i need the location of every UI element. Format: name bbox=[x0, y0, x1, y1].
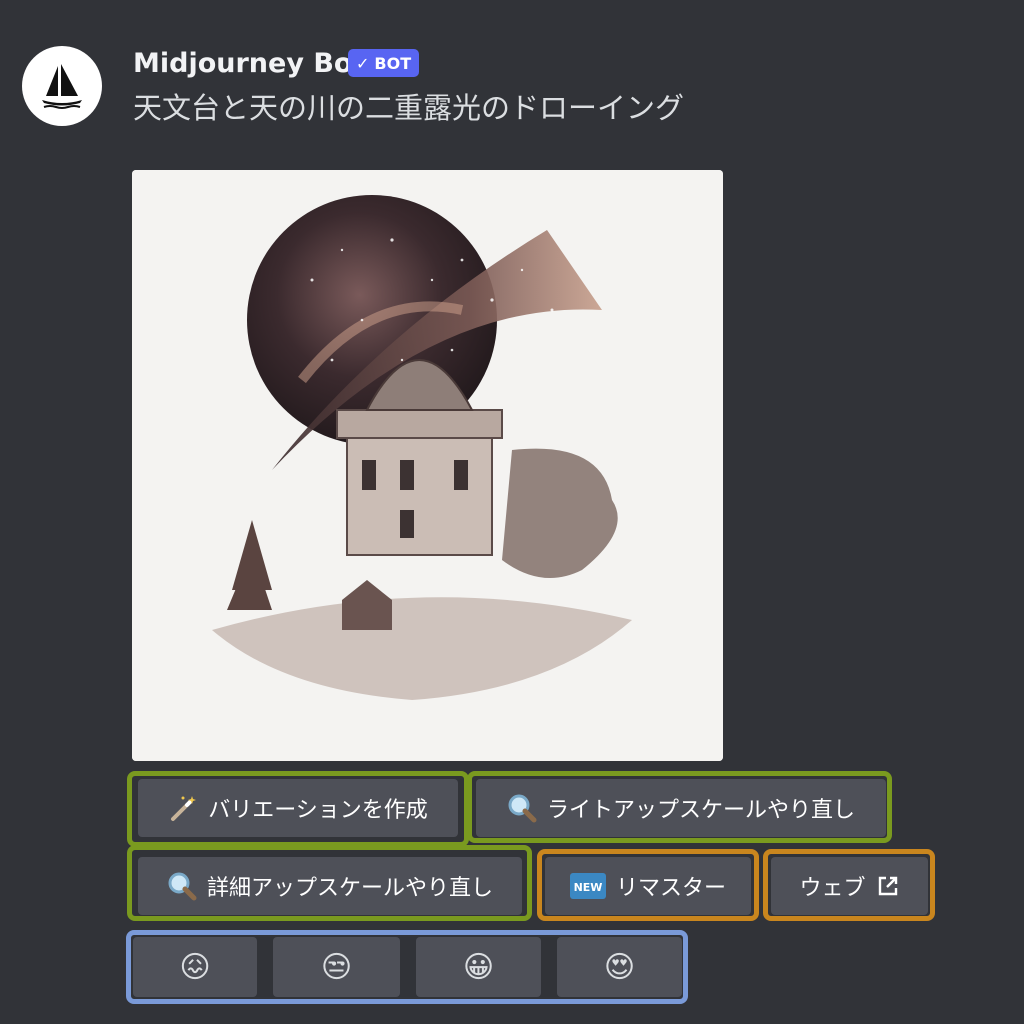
generated-image[interactable] bbox=[132, 170, 723, 761]
svg-text:NEW: NEW bbox=[574, 881, 603, 894]
verified-check-icon: ✓ bbox=[356, 53, 370, 73]
reaction-confounded-button[interactable]: 😖 bbox=[133, 937, 257, 997]
new-badge-icon: NEW bbox=[569, 871, 606, 901]
create-variation-button[interactable]: バリエーションを作成 bbox=[138, 779, 458, 837]
reaction-grinning-button[interactable]: 😀 bbox=[416, 937, 541, 997]
remaster-button[interactable]: NEW リマスター bbox=[545, 857, 751, 915]
magnifier-icon bbox=[167, 871, 197, 901]
sailboat-icon bbox=[42, 64, 82, 109]
observatory-milky-way-drawing bbox=[132, 170, 723, 761]
message-prompt: 天文台と天の川の二重露光のドローイング bbox=[133, 91, 685, 125]
web-link-button[interactable]: ウェブ bbox=[771, 857, 928, 915]
unamused-face-icon: 😒 bbox=[320, 949, 353, 985]
bot-avatar[interactable] bbox=[22, 46, 102, 126]
create-variation-label: バリエーションを作成 bbox=[208, 798, 428, 823]
grinning-face-icon: 😀 bbox=[462, 949, 495, 985]
reaction-unamused-button[interactable]: 😒 bbox=[273, 937, 400, 997]
heart-eyes-face-icon: 😍 bbox=[603, 949, 636, 985]
bot-message: Midjourney Bot ✓ BOT 天文台と天の川の二重露光のドローイング bbox=[0, 0, 1024, 1024]
author-name[interactable]: Midjourney Bot bbox=[133, 46, 365, 82]
redo-light-upscale-label: ライトアップスケールやり直し bbox=[546, 798, 855, 823]
remaster-label: リマスター bbox=[615, 876, 726, 901]
redo-detail-upscale-label: 詳細アップスケールやり直し bbox=[206, 876, 493, 901]
external-link-icon bbox=[876, 874, 900, 898]
magic-wand-icon bbox=[168, 793, 198, 823]
magnifier-icon bbox=[507, 793, 537, 823]
redo-light-upscale-button[interactable]: ライトアップスケールやり直し bbox=[476, 779, 886, 837]
redo-detail-upscale-button[interactable]: 詳細アップスケールやり直し bbox=[138, 857, 522, 915]
web-link-label: ウェブ bbox=[799, 876, 866, 901]
bot-badge: ✓ BOT bbox=[348, 49, 420, 77]
confounded-face-icon: 😖 bbox=[179, 949, 211, 985]
bot-badge-label: BOT bbox=[374, 53, 412, 73]
reaction-heart-eyes-button[interactable]: 😍 bbox=[557, 937, 682, 997]
